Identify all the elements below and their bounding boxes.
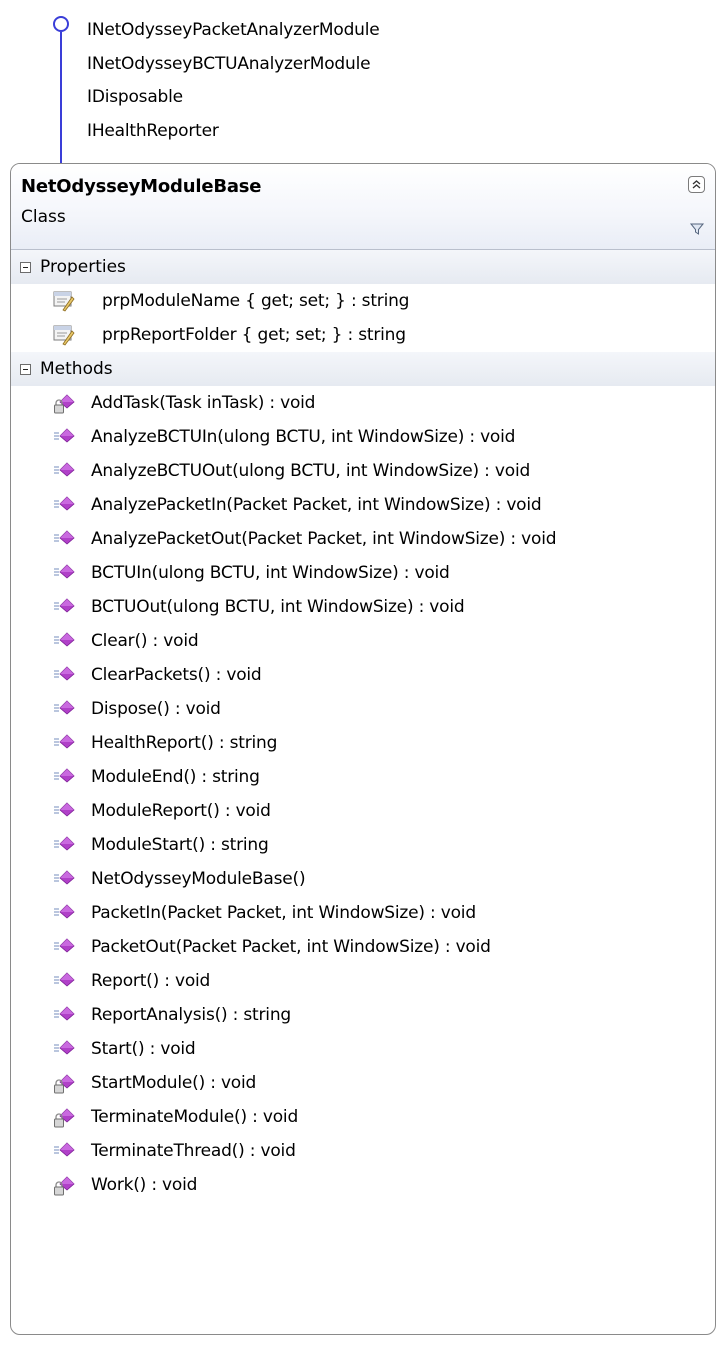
public-method-icon <box>52 425 76 449</box>
implemented-interfaces-list: INetOdysseyPacketAnalyzerModule INetOdys… <box>87 14 380 149</box>
collapse-chevron-icon[interactable] <box>688 176 705 193</box>
member-label: HealthReport() : string <box>91 733 278 753</box>
member-label: ModuleEnd() : string <box>91 767 260 787</box>
protected-method-icon <box>52 1071 76 1095</box>
member-label: prpModuleName { get; set; } : string <box>102 291 410 311</box>
member-label: Report() : void <box>91 971 211 991</box>
method-row[interactable]: StartModule() : void <box>11 1066 715 1100</box>
interface-label: IHealthReporter <box>87 121 219 142</box>
interface-connector-line <box>60 32 62 164</box>
public-method-icon <box>52 459 76 483</box>
property-row[interactable]: prpModuleName { get; set; } : string <box>11 284 715 318</box>
member-label: AddTask(Task inTask) : void <box>91 393 316 413</box>
public-method-icon <box>52 765 76 789</box>
method-row[interactable]: PacketIn(Packet Packet, int WindowSize) … <box>11 896 715 930</box>
method-row[interactable]: BCTUOut(ulong BCTU, int WindowSize) : vo… <box>11 590 715 624</box>
public-method-icon <box>52 629 76 653</box>
public-method-icon <box>52 663 76 687</box>
properties-list: prpModuleName { get; set; } : string prp… <box>11 284 715 352</box>
member-label: BCTUOut(ulong BCTU, int WindowSize) : vo… <box>91 597 465 617</box>
interface-label: INetOdysseyPacketAnalyzerModule <box>87 20 380 40</box>
method-row[interactable]: ClearPackets() : void <box>11 658 715 692</box>
public-method-icon <box>52 969 76 993</box>
public-method-icon <box>52 935 76 959</box>
member-label: PacketIn(Packet Packet, int WindowSize) … <box>91 903 476 923</box>
interface-label: IDisposable <box>87 87 183 108</box>
method-row[interactable]: Dispose() : void <box>11 692 715 726</box>
public-method-icon <box>52 697 76 721</box>
member-label: ReportAnalysis() : string <box>91 1005 291 1025</box>
member-label: Start() : void <box>91 1039 196 1059</box>
member-label: TerminateModule() : void <box>91 1107 299 1127</box>
properties-section-header[interactable]: Properties <box>11 250 715 284</box>
class-header: NetOdysseyModuleBase Class <box>11 164 715 250</box>
public-method-icon <box>52 901 76 925</box>
section-title: Methods <box>40 359 113 379</box>
public-method-icon <box>52 799 76 823</box>
member-label: AnalyzePacketOut(Packet Packet, int Wind… <box>91 529 557 549</box>
collapse-toggle-icon[interactable] <box>20 261 31 273</box>
member-label: Work() : void <box>91 1175 198 1195</box>
method-row[interactable]: NetOdysseyModuleBase() <box>11 862 715 896</box>
protected-method-icon <box>52 391 76 415</box>
filter-icon[interactable] <box>689 221 705 237</box>
class-shape[interactable]: NetOdysseyModuleBase Class Properties pr… <box>10 163 716 1335</box>
interface-label: INetOdysseyBCTUAnalyzerModule <box>87 53 371 74</box>
property-icon <box>52 323 76 347</box>
collapse-toggle-icon[interactable] <box>20 363 31 375</box>
method-row[interactable]: PacketOut(Packet Packet, int WindowSize)… <box>11 930 715 964</box>
member-label: PacketOut(Packet Packet, int WindowSize)… <box>91 937 491 957</box>
method-row[interactable]: ReportAnalysis() : string <box>11 998 715 1032</box>
method-row[interactable]: TerminateThread() : void <box>11 1134 715 1168</box>
method-row[interactable]: Work() : void <box>11 1168 715 1202</box>
protected-method-icon <box>52 1173 76 1197</box>
member-label: BCTUIn(ulong BCTU, int WindowSize) : voi… <box>91 563 450 583</box>
method-row[interactable]: AnalyzePacketOut(Packet Packet, int Wind… <box>11 522 715 556</box>
public-method-icon <box>52 493 76 517</box>
member-label: AnalyzeBCTUOut(ulong BCTU, int WindowSiz… <box>91 461 531 481</box>
member-label: ModuleReport() : void <box>91 801 271 821</box>
method-row[interactable]: AddTask(Task inTask) : void <box>11 386 715 420</box>
member-label: TerminateThread() : void <box>91 1141 296 1161</box>
method-row[interactable]: ModuleStart() : string <box>11 828 715 862</box>
protected-method-icon <box>52 1105 76 1129</box>
public-method-icon <box>52 527 76 551</box>
method-row[interactable]: ModuleEnd() : string <box>11 760 715 794</box>
method-row[interactable]: Report() : void <box>11 964 715 998</box>
method-row[interactable]: Start() : void <box>11 1032 715 1066</box>
member-label: ClearPackets() : void <box>91 665 262 685</box>
public-method-icon <box>52 731 76 755</box>
property-icon <box>52 289 76 313</box>
member-label: Dispose() : void <box>91 699 221 719</box>
public-method-icon <box>52 1003 76 1027</box>
public-method-icon <box>52 595 76 619</box>
member-label: NetOdysseyModuleBase() <box>91 869 306 889</box>
method-row[interactable]: Clear() : void <box>11 624 715 658</box>
class-kind-label: Class <box>21 207 66 227</box>
method-row[interactable]: TerminateModule() : void <box>11 1100 715 1134</box>
member-label: prpReportFolder { get; set; } : string <box>102 325 406 345</box>
public-method-icon <box>52 867 76 891</box>
methods-section-header[interactable]: Methods <box>11 352 715 386</box>
method-row[interactable]: AnalyzeBCTUIn(ulong BCTU, int WindowSize… <box>11 420 715 454</box>
interface-circle-icon <box>53 16 69 32</box>
property-row[interactable]: prpReportFolder { get; set; } : string <box>11 318 715 352</box>
methods-list: AddTask(Task inTask) : void AnalyzeBCTUI… <box>11 386 715 1202</box>
public-method-icon <box>52 561 76 585</box>
section-title: Properties <box>40 257 126 277</box>
method-row[interactable]: HealthReport() : string <box>11 726 715 760</box>
member-label: ModuleStart() : string <box>91 835 269 855</box>
member-label: AnalyzePacketIn(Packet Packet, int Windo… <box>91 495 542 515</box>
method-row[interactable]: ModuleReport() : void <box>11 794 715 828</box>
public-method-icon <box>52 833 76 857</box>
class-name: NetOdysseyModuleBase <box>21 176 262 197</box>
member-label: AnalyzeBCTUIn(ulong BCTU, int WindowSize… <box>91 427 516 447</box>
member-label: Clear() : void <box>91 631 199 651</box>
method-row[interactable]: AnalyzePacketIn(Packet Packet, int Windo… <box>11 488 715 522</box>
public-method-icon <box>52 1037 76 1061</box>
method-row[interactable]: AnalyzeBCTUOut(ulong BCTU, int WindowSiz… <box>11 454 715 488</box>
public-method-icon <box>52 1139 76 1163</box>
method-row[interactable]: BCTUIn(ulong BCTU, int WindowSize) : voi… <box>11 556 715 590</box>
member-label: StartModule() : void <box>91 1073 257 1093</box>
